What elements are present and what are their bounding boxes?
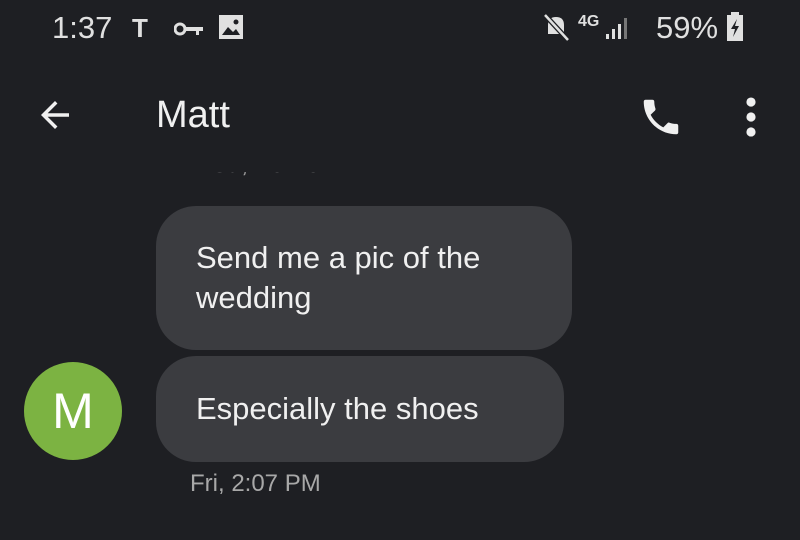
battery-percent: 59% — [656, 10, 719, 45]
vpn-key-icon — [174, 22, 203, 36]
back-arrow-icon[interactable] — [34, 94, 76, 136]
message-timestamp: Fri, 2:07 PM — [190, 470, 321, 497]
avatar[interactable]: M — [24, 362, 122, 460]
signal-icon — [606, 18, 627, 39]
status-time: 1:37 — [52, 10, 113, 45]
battery-charging-icon — [727, 12, 743, 41]
message-bubble[interactable]: Especially the shoes — [156, 356, 564, 462]
app-bar: Matt — [0, 80, 800, 152]
t-mobile-icon: T — [132, 13, 148, 43]
message-text: Send me a pic of the wedding — [196, 240, 481, 315]
message-bubble[interactable]: Send me a pic of the wedding — [156, 206, 572, 350]
image-icon — [219, 15, 243, 39]
mute-icon — [543, 13, 570, 42]
contact-name-title: Matt — [156, 94, 230, 136]
message-text: Especially the shoes — [196, 391, 479, 426]
network-4g-icon: 4G — [578, 13, 600, 30]
more-options-icon[interactable] — [738, 94, 764, 140]
phone-call-icon[interactable] — [638, 94, 684, 140]
status-bar: 1:37 T 4G 59% — [0, 0, 800, 56]
